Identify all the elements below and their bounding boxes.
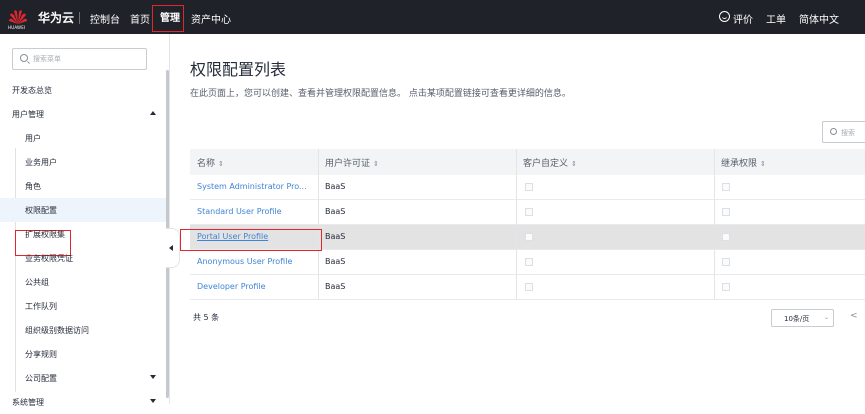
inherit-checkbox bbox=[722, 233, 730, 241]
nav-divider bbox=[79, 12, 80, 24]
sidebar-item-roles[interactable]: 角色 bbox=[0, 174, 168, 198]
nav-asset-center[interactable]: 资产中心 bbox=[191, 11, 231, 26]
inherit-checkbox bbox=[722, 258, 730, 266]
portal-user-profile-highlight bbox=[180, 229, 322, 251]
inherit-checkbox bbox=[722, 283, 730, 291]
custom-checkbox bbox=[525, 233, 533, 241]
column-header-license[interactable]: 用户许可证 ⇕ bbox=[325, 156, 379, 169]
ticket-link[interactable]: 工单 bbox=[766, 11, 786, 26]
sidebar-item-org-data-access[interactable]: 组织级别数据访问 bbox=[0, 318, 168, 342]
sidebar-search-input[interactable] bbox=[33, 52, 143, 66]
sidebar-item-user-management[interactable]: 用户管理 bbox=[0, 102, 168, 126]
brand-name[interactable]: 华为云 bbox=[38, 9, 74, 26]
sidebar-item-business-users[interactable]: 业务用户 bbox=[0, 150, 168, 174]
page-description: 在此页面上，您可以创建、查看并管理权限配置信息。 点击某项配置链接可查看更详细的… bbox=[190, 89, 571, 99]
nav-home[interactable]: 首页 bbox=[130, 11, 150, 26]
sort-icon[interactable]: ⇕ bbox=[373, 160, 379, 168]
search-icon bbox=[830, 128, 837, 135]
table-row[interactable]: Anonymous User Profile BaaS bbox=[190, 250, 865, 275]
table-row[interactable]: System Administrator Pro... BaaS bbox=[190, 175, 865, 200]
sidebar-item-extended-permission-sets[interactable]: 扩展权限集 bbox=[0, 222, 168, 246]
sidebar-item-sharing-rules[interactable]: 分享规则 bbox=[0, 342, 168, 366]
feedback-link[interactable]: 评价 bbox=[733, 11, 753, 26]
license-cell: BaaS bbox=[325, 232, 346, 241]
search-icon bbox=[20, 54, 28, 62]
inherit-checkbox bbox=[722, 183, 730, 191]
license-cell: BaaS bbox=[325, 207, 346, 216]
sidebar-search-box[interactable] bbox=[12, 48, 147, 70]
page-size-value: 10条/页 bbox=[784, 315, 810, 323]
column-header-name[interactable]: 名称 ⇕ bbox=[197, 156, 224, 169]
top-navigation-bar: HUAWEI 华为云 控制台 首页 管理 资产中心 评价 工单 简体中文 bbox=[0, 0, 865, 34]
sidebar-item-business-credentials[interactable]: 业务权限凭证 bbox=[0, 246, 168, 270]
table-search-placeholder: 搜索 bbox=[841, 129, 855, 137]
custom-checkbox bbox=[525, 208, 533, 216]
column-header-custom[interactable]: 客户自定义 ⇕ bbox=[523, 156, 577, 169]
caret-down-icon bbox=[150, 375, 156, 379]
page-size-select[interactable]: 10条/页 ⌄ bbox=[771, 309, 834, 327]
profile-link[interactable]: Developer Profile bbox=[197, 282, 313, 291]
column-divider bbox=[714, 149, 715, 299]
caret-up-icon bbox=[150, 111, 156, 115]
sidebar-item-dev-overview[interactable]: 开发态总览 bbox=[0, 78, 168, 102]
profile-link[interactable]: System Administrator Pro... bbox=[197, 182, 313, 191]
sidebar-item-system-management[interactable]: 系统管理 bbox=[0, 390, 168, 414]
nav-console[interactable]: 控制台 bbox=[90, 11, 120, 26]
sidebar-collapse-button[interactable] bbox=[166, 228, 180, 268]
table-row[interactable]: Standard User Profile BaaS bbox=[190, 200, 865, 225]
table-search-box[interactable]: 搜索 bbox=[822, 121, 865, 143]
sidebar-item-public-groups[interactable]: 公共组 bbox=[0, 270, 168, 294]
license-cell: BaaS bbox=[325, 282, 346, 291]
license-cell: BaaS bbox=[325, 182, 346, 191]
sort-icon[interactable]: ⇕ bbox=[571, 160, 577, 168]
chevron-down-icon: ⌄ bbox=[824, 314, 830, 321]
logo-wordmark: HUAWEI bbox=[8, 25, 26, 30]
nav-manage-highlight bbox=[152, 5, 184, 32]
previous-page-icon[interactable]: < bbox=[850, 311, 858, 321]
column-header-inherit[interactable]: 继承权限 ⇕ bbox=[721, 156, 766, 169]
profile-link[interactable]: Standard User Profile bbox=[197, 207, 313, 216]
sidebar-item-company-config[interactable]: 公司配置 bbox=[0, 366, 168, 390]
custom-checkbox bbox=[525, 258, 533, 266]
table-header: 名称 ⇕ 用户许可证 ⇕ 客户自定义 ⇕ 继承权限 ⇕ bbox=[190, 149, 865, 175]
sidebar: 开发态总览 用户管理 用户 业务用户 角色 权限配置 扩展权限集 业务权限凭证 … bbox=[0, 34, 170, 407]
caret-down-icon bbox=[150, 399, 156, 403]
table-row[interactable]: Developer Profile BaaS bbox=[190, 275, 865, 300]
custom-checkbox bbox=[525, 183, 533, 191]
license-cell: BaaS bbox=[325, 257, 346, 266]
inherit-checkbox bbox=[722, 208, 730, 216]
custom-checkbox bbox=[525, 283, 533, 291]
sidebar-item-permission-config[interactable]: 权限配置 bbox=[0, 198, 168, 222]
sort-icon[interactable]: ⇕ bbox=[218, 160, 224, 168]
profile-link[interactable]: Anonymous User Profile bbox=[197, 257, 313, 266]
sort-icon[interactable]: ⇕ bbox=[760, 160, 766, 168]
total-count: 共 5 条 bbox=[193, 313, 220, 322]
page-title: 权限配置列表 bbox=[190, 60, 287, 79]
column-divider bbox=[516, 149, 517, 299]
column-divider bbox=[318, 149, 319, 299]
language-switch[interactable]: 简体中文 bbox=[799, 11, 839, 26]
smile-feedback-icon[interactable] bbox=[719, 11, 730, 22]
sidebar-item-work-queues[interactable]: 工作队列 bbox=[0, 294, 168, 318]
sidebar-item-users[interactable]: 用户 bbox=[0, 126, 168, 150]
